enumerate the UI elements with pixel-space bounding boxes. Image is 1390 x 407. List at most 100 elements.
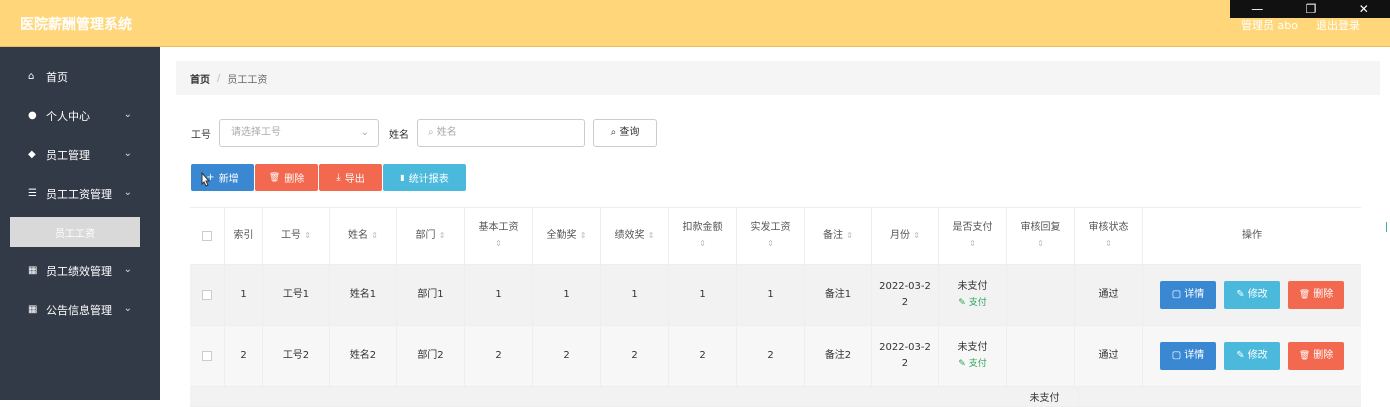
cell-quanqin: 2: [533, 326, 601, 386]
cell-beizhu: 备注2: [805, 326, 872, 386]
search-form: 工号 请选择工号 ⌄ 姓名 ⌕ 姓名 ⌕ 查询: [191, 119, 657, 147]
edit-label: 修改: [1247, 289, 1268, 300]
header-jixiao[interactable]: 绩效奖 ⇕: [601, 208, 669, 264]
cell-jiben: 1: [465, 265, 533, 325]
row-delete-button[interactable]: 🗑 删除: [1288, 342, 1344, 370]
header-label: 审核回复: [1020, 222, 1061, 233]
sort-icon: ⇕: [699, 239, 706, 248]
row-checkbox[interactable]: [202, 290, 212, 300]
pen-icon: ✎: [958, 359, 966, 369]
cell-beizhu: 备注1: [805, 265, 872, 325]
scroll-edge-marker: [1386, 222, 1390, 232]
header-label: 绩效奖: [614, 230, 645, 241]
header-huifu[interactable]: 审核回复 ⇕: [1007, 208, 1075, 264]
pay-link[interactable]: ✎ 支付: [958, 356, 986, 372]
export-button-label: 导出: [344, 174, 365, 185]
select-all-checkbox[interactable]: [202, 231, 212, 241]
header-quanqin[interactable]: 全勤奖 ⇕: [533, 208, 601, 264]
sort-icon: ⇕: [495, 239, 502, 248]
breadcrumb-home[interactable]: 首页: [190, 71, 210, 86]
sidebar-item-home[interactable]: ⌂ 首页: [0, 57, 160, 96]
header-label: 月份: [890, 230, 911, 241]
cell-zhifu: 未支付 ✎ 支付: [939, 326, 1007, 386]
xingming-input[interactable]: ⌕ 姓名: [417, 119, 585, 147]
salary-table: 索引 工号 ⇕ 姓名 ⇕ 部门 ⇕ 基本工资 ⇕ 全勤奖 ⇕ 绩效奖 ⇕ 扣款金额…: [190, 207, 1361, 407]
cell-zhifu: 未支付: [1011, 387, 1079, 406]
cell-zhifu: 未支付 ✎ 支付: [939, 265, 1007, 325]
close-icon[interactable]: ✕: [1359, 2, 1369, 16]
cell-index: 1: [225, 265, 263, 325]
sidebar-item-label: 员工工资管理: [46, 187, 112, 201]
home-icon: ⌂: [28, 71, 35, 82]
header-beizhu[interactable]: 备注 ⇕: [805, 208, 872, 264]
search-icon: ⌕: [428, 127, 434, 138]
header-xingming[interactable]: 姓名 ⇕: [330, 208, 397, 264]
header-jiben[interactable]: 基本工资 ⇕: [465, 208, 533, 264]
row-checkbox[interactable]: [202, 351, 212, 361]
cell-jiben: 2: [465, 326, 533, 386]
sort-icon: ⇕: [1037, 239, 1044, 248]
header-label: 基本工资: [478, 222, 519, 233]
partial-spacer: [190, 387, 1011, 406]
window-controls: — ❐ ✕: [1230, 0, 1390, 18]
header-bumen[interactable]: 部门 ⇕: [397, 208, 465, 264]
table-row: 2 工号2 姓名2 部门2 2 2 2 2 2 备注2 2022-03-2 2 …: [190, 326, 1361, 387]
pay-link-label: 支付: [968, 298, 987, 308]
breadcrumb: 首页 / 员工工资: [176, 61, 1380, 95]
logout-link[interactable]: 退出登录: [1316, 17, 1360, 33]
cell-gonghao: 工号1: [263, 265, 330, 325]
cell-shifa: 1: [737, 265, 805, 325]
search-icon: ⌕: [610, 127, 617, 138]
sidebar-item-salary[interactable]: ☰ 员工工资管理 ⌄: [0, 174, 160, 213]
detail-label: 详情: [1184, 289, 1205, 300]
header-koukuan[interactable]: 扣款金额 ⇕: [669, 208, 737, 264]
header-label: 是否支付: [952, 222, 993, 233]
gonghao-select[interactable]: 请选择工号 ⌄: [219, 119, 379, 147]
delete-button[interactable]: 🗑 删除: [255, 164, 318, 191]
header-ops: 操作: [1143, 208, 1361, 264]
grid-icon: ▦: [28, 304, 38, 315]
cell-index: 2: [225, 326, 263, 386]
sidebar-item-profile[interactable]: ● 个人中心 ⌄: [0, 96, 160, 135]
cell-huifu: [1007, 265, 1075, 325]
row-delete-button[interactable]: 🗑 删除: [1288, 281, 1344, 309]
header-shifa[interactable]: 实发工资 ⇕: [737, 208, 805, 264]
trash-icon: 🗑: [268, 172, 281, 183]
sidebar-item-notice[interactable]: ▦ 公告信息管理 ⌄: [0, 290, 160, 329]
sort-icon: ⇕: [846, 231, 853, 240]
cell-huifu: [1007, 326, 1075, 386]
detail-button[interactable]: ▢ 详情: [1160, 342, 1216, 370]
cell-koukuan: 2: [669, 326, 737, 386]
minimize-icon[interactable]: —: [1251, 2, 1263, 16]
user-icon: ●: [28, 110, 37, 121]
sort-icon: ⇕: [1105, 239, 1112, 248]
header-zhifu[interactable]: 是否支付 ⇕: [939, 208, 1007, 264]
doc-icon: ▢: [1171, 350, 1182, 361]
sidebar-subitem-salary-active[interactable]: 员工工资: [10, 217, 140, 247]
pay-status: 未支付: [957, 342, 988, 353]
cell-shifa: 2: [737, 326, 805, 386]
header-zhuangtai[interactable]: 审核状态 ⇕: [1075, 208, 1143, 264]
pay-link[interactable]: ✎ 支付: [958, 295, 986, 311]
header-label: 实发工资: [750, 222, 791, 233]
edit-button[interactable]: ✎ 修改: [1224, 281, 1280, 309]
sidebar-item-performance[interactable]: ▦ 员工绩效管理 ⌄: [0, 251, 160, 290]
stats-report-button[interactable]: ▮ 统计报表: [383, 164, 466, 191]
breadcrumb-separator: /: [217, 72, 221, 84]
restore-icon[interactable]: ❐: [1306, 2, 1317, 16]
cell-xingming: 姓名1: [330, 265, 397, 325]
query-button[interactable]: ⌕ 查询: [593, 119, 657, 147]
stats-button-label: 统计报表: [408, 174, 449, 185]
sort-icon: ⇕: [371, 231, 378, 240]
header-yuefen[interactable]: 月份 ⇕: [872, 208, 939, 264]
header-label: 审核状态: [1088, 222, 1129, 233]
edit-button[interactable]: ✎ 修改: [1224, 342, 1280, 370]
gonghao-label: 工号: [191, 129, 211, 141]
export-button[interactable]: ⤓ 导出: [319, 164, 382, 191]
sidebar-item-employee[interactable]: ◆ 员工管理 ⌄: [0, 135, 160, 174]
header-gonghao[interactable]: 工号 ⇕: [263, 208, 330, 264]
chevron-down-icon: ⌄: [123, 148, 132, 159]
edit-label: 修改: [1247, 350, 1268, 361]
detail-button[interactable]: ▢ 详情: [1160, 281, 1216, 309]
table-row-partial: 未支付: [190, 387, 1361, 407]
